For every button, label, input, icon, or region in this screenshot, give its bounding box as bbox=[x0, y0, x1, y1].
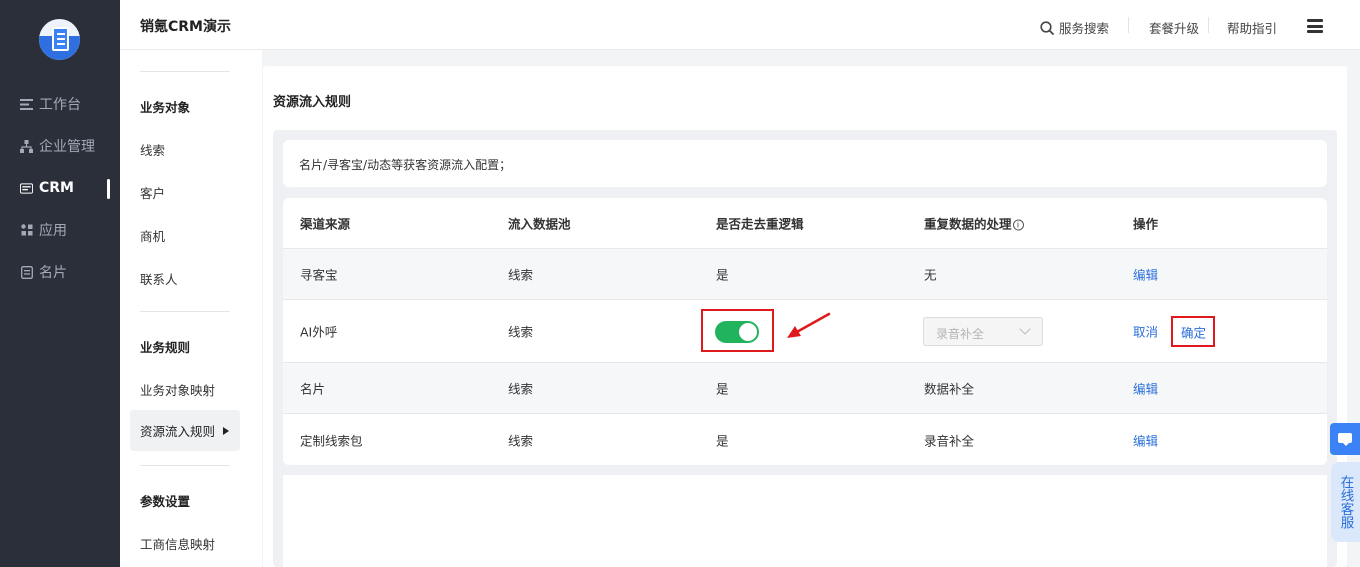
active-indicator bbox=[107, 179, 110, 199]
nav-item-crm[interactable]: CRM bbox=[0, 173, 120, 203]
workbench-icon bbox=[20, 98, 33, 111]
confirm-button[interactable]: 确定 bbox=[1181, 322, 1206, 341]
confirm-highlight: 确定 bbox=[1171, 316, 1215, 347]
column-header: 流入数据池 bbox=[508, 216, 571, 232]
search-label: 服务搜索 bbox=[1059, 21, 1110, 36]
online-service-label: 在线客服 bbox=[1337, 475, 1354, 529]
submenu-item-customers[interactable]: 客户 bbox=[140, 183, 165, 202]
search-icon bbox=[1040, 21, 1054, 38]
section-parameter-settings: 参数设置 bbox=[140, 494, 191, 509]
nav-item-apps[interactable]: 应用 bbox=[0, 215, 120, 245]
table-header: 渠道来源 流入数据池 是否走去重逻辑 重复数据的处理 i 操作 bbox=[283, 198, 1327, 249]
cell-dedupe: 是 bbox=[716, 433, 729, 448]
submenu-item-opportunities[interactable]: 商机 bbox=[140, 226, 165, 245]
cell-handling: 数据补全 bbox=[924, 381, 975, 397]
description-card: 名片/寻客宝/动态等获客资源流入配置； bbox=[283, 140, 1327, 187]
rules-container: 名片/寻客宝/动态等获客资源流入配置； 渠道来源 流入数据池 是否走去重逻辑 重… bbox=[273, 130, 1337, 567]
column-header: 是否走去重逻辑 bbox=[716, 216, 804, 232]
chevron-down-icon bbox=[1019, 323, 1031, 335]
menu-divider bbox=[140, 71, 230, 72]
submenu-item-resource-rules[interactable]: 资源流入规则 bbox=[130, 410, 240, 451]
app-title: 销氪CRM演示 bbox=[140, 19, 231, 35]
secondary-menu: 业务对象 线索 客户 商机 联系人 业务规则 业务对象映射 资源流入规则 参数设… bbox=[120, 50, 262, 567]
cell-pool: 线索 bbox=[508, 267, 534, 283]
header-divider bbox=[1208, 17, 1209, 33]
edit-link[interactable]: 编辑 bbox=[1133, 379, 1158, 398]
crm-icon bbox=[20, 182, 33, 195]
nav-item-workbench[interactable]: 工作台 bbox=[0, 89, 120, 119]
top-header: 销氪CRM演示 服务搜索 套餐升级 帮助指引 bbox=[120, 0, 1360, 50]
cell-source: 名片 bbox=[300, 381, 326, 397]
description-text: 名片/寻客宝/动态等获客资源流入配置； bbox=[299, 158, 512, 172]
submenu-item-business-info-mapping[interactable]: 工商信息映射 bbox=[140, 534, 215, 553]
cell-dedupe: 是 bbox=[716, 381, 729, 397]
select-placeholder: 录音补全 bbox=[936, 327, 985, 341]
caret-right-icon bbox=[223, 426, 230, 435]
submenu-item-leads[interactable]: 线索 bbox=[140, 140, 165, 159]
online-service-button[interactable]: 在线客服 bbox=[1331, 462, 1360, 542]
org-icon bbox=[20, 139, 33, 153]
cell-dedupe: 是 bbox=[716, 267, 729, 283]
edit-link[interactable]: 编辑 bbox=[1133, 265, 1158, 284]
cell-pool: 线索 bbox=[508, 381, 534, 397]
empty-area bbox=[283, 475, 1327, 567]
submenu-item-contacts[interactable]: 联系人 bbox=[140, 269, 178, 288]
column-header: 重复数据的处理 i bbox=[924, 214, 1024, 233]
duplicate-handling-select[interactable]: 录音补全 bbox=[923, 317, 1043, 346]
info-icon[interactable]: i bbox=[1012, 219, 1024, 231]
annotation-arrow-icon bbox=[787, 312, 831, 338]
column-header: 渠道来源 bbox=[300, 216, 351, 232]
section-business-objects: 业务对象 bbox=[140, 100, 191, 115]
nav-item-card[interactable]: 名片 bbox=[0, 257, 120, 287]
main-nav: 工作台 企业管理 CRM 应用 名片 bbox=[0, 0, 120, 567]
column-header: 操作 bbox=[1133, 216, 1159, 232]
service-search-button[interactable]: 服务搜索 bbox=[1040, 18, 1109, 38]
page-title: 资源流入规则 bbox=[273, 95, 352, 110]
submenu-item-object-mapping[interactable]: 业务对象映射 bbox=[140, 380, 215, 399]
cell-source: 定制线索包 bbox=[300, 433, 363, 448]
table-row: 名片 线索 是 数据补全 编辑 bbox=[283, 363, 1327, 414]
table-row: 寻客宝 线索 是 无 编辑 bbox=[283, 249, 1327, 300]
chat-bubble-icon bbox=[1338, 433, 1352, 446]
cell-handling: 无 bbox=[924, 267, 937, 283]
submenu-item-label: 资源流入规则 bbox=[140, 424, 216, 439]
app-logo[interactable] bbox=[39, 19, 80, 60]
toggle-knob bbox=[739, 323, 757, 341]
menu-divider bbox=[140, 465, 230, 466]
card-icon bbox=[20, 265, 33, 279]
section-business-rules: 业务规则 bbox=[140, 340, 191, 355]
nav-item-label: CRM bbox=[39, 180, 74, 196]
header-divider bbox=[1128, 17, 1129, 33]
cell-pool: 线索 bbox=[508, 433, 534, 448]
cell-source: AI外呼 bbox=[300, 324, 338, 340]
table-row: 定制线索包 线索 是 录音补全 编辑 bbox=[283, 414, 1327, 465]
nav-item-label: 企业管理 bbox=[39, 139, 95, 155]
cell-pool: 线索 bbox=[508, 324, 534, 340]
nav-item-label: 名片 bbox=[39, 265, 67, 281]
toggle-highlight bbox=[701, 309, 774, 352]
cell-handling: 录音补全 bbox=[924, 433, 975, 448]
nav-item-org[interactable]: 企业管理 bbox=[0, 131, 120, 161]
cell-source: 寻客宝 bbox=[300, 267, 338, 283]
nav-item-label: 应用 bbox=[39, 223, 67, 239]
menu-icon[interactable] bbox=[1307, 19, 1323, 33]
dedupe-toggle[interactable] bbox=[715, 321, 759, 343]
help-link[interactable]: 帮助指引 bbox=[1227, 18, 1277, 37]
nav-item-label: 工作台 bbox=[39, 97, 81, 113]
apps-icon bbox=[20, 224, 33, 237]
edit-link[interactable]: 编辑 bbox=[1133, 430, 1158, 449]
menu-divider bbox=[140, 311, 230, 312]
upgrade-link[interactable]: 套餐升级 bbox=[1149, 18, 1199, 37]
chat-button[interactable] bbox=[1330, 423, 1360, 455]
cancel-button[interactable]: 取消 bbox=[1133, 322, 1158, 341]
